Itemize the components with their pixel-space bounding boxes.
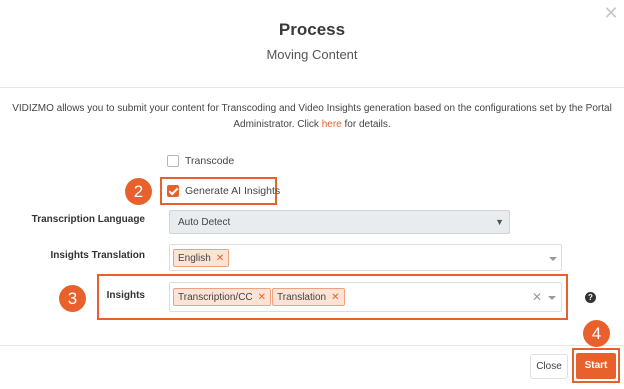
footer-divider <box>0 345 624 346</box>
insights-label: Insights <box>106 290 145 301</box>
remove-tag-icon[interactable]: ✕ <box>216 253 224 264</box>
info-text: VIDIZMO allows you to submit your conten… <box>12 101 612 133</box>
start-button[interactable]: Start <box>576 353 616 379</box>
transcode-checkbox[interactable] <box>167 155 179 167</box>
tag-english: English ✕ <box>173 249 230 267</box>
dialog-subtitle: Moving Content <box>266 47 358 62</box>
step-3-marker: 3 <box>59 285 86 312</box>
insights-translation-label: Insights Translation <box>50 250 145 261</box>
insights-translation-select[interactable]: English ✕ <box>169 244 562 271</box>
close-button[interactable]: Close <box>530 354 568 379</box>
dialog-title: Process <box>278 20 346 39</box>
tag-label: English <box>178 253 211 264</box>
step-2-marker: 2 <box>125 178 152 205</box>
transcode-option[interactable]: Transcode <box>167 155 234 167</box>
transcription-language-select[interactable]: Auto Detect ▼ <box>169 210 510 234</box>
remove-tag-icon[interactable]: ✕ <box>258 292 266 303</box>
info-text-before: VIDIZMO allows you to submit your conten… <box>12 103 612 130</box>
ai-insights-option[interactable]: Generate AI Insights <box>167 185 280 197</box>
chevron-down-icon[interactable] <box>548 296 556 300</box>
info-text-after: for details. <box>341 119 391 130</box>
tag-transcription-cc: Transcription/CC ✕ <box>173 288 272 306</box>
chevron-down-icon[interactable] <box>549 257 557 261</box>
header-divider <box>0 87 624 88</box>
tag-label: Transcription/CC <box>178 292 253 303</box>
clear-icon[interactable]: ✕ <box>532 290 542 304</box>
details-link[interactable]: here <box>322 119 342 130</box>
tag-translation: Translation ✕ <box>272 288 345 306</box>
transcription-language-value: Auto Detect <box>178 217 231 228</box>
transcode-label: Transcode <box>185 155 235 167</box>
help-icon[interactable]: ? <box>585 292 596 303</box>
tag-label: Translation <box>277 292 327 303</box>
insights-select[interactable]: Transcription/CC ✕ Translation ✕ ✕ <box>169 282 562 312</box>
transcription-language-label: Transcription Language <box>31 214 145 225</box>
chevron-down-icon: ▼ <box>495 217 504 227</box>
ai-insights-checkbox[interactable] <box>167 185 179 197</box>
process-dialog: ✕ Process Moving Content VIDIZMO allows … <box>0 0 624 389</box>
remove-tag-icon[interactable]: ✕ <box>331 292 339 303</box>
step-4-marker: 4 <box>583 320 610 347</box>
ai-insights-label: Generate AI Insights <box>185 185 281 197</box>
